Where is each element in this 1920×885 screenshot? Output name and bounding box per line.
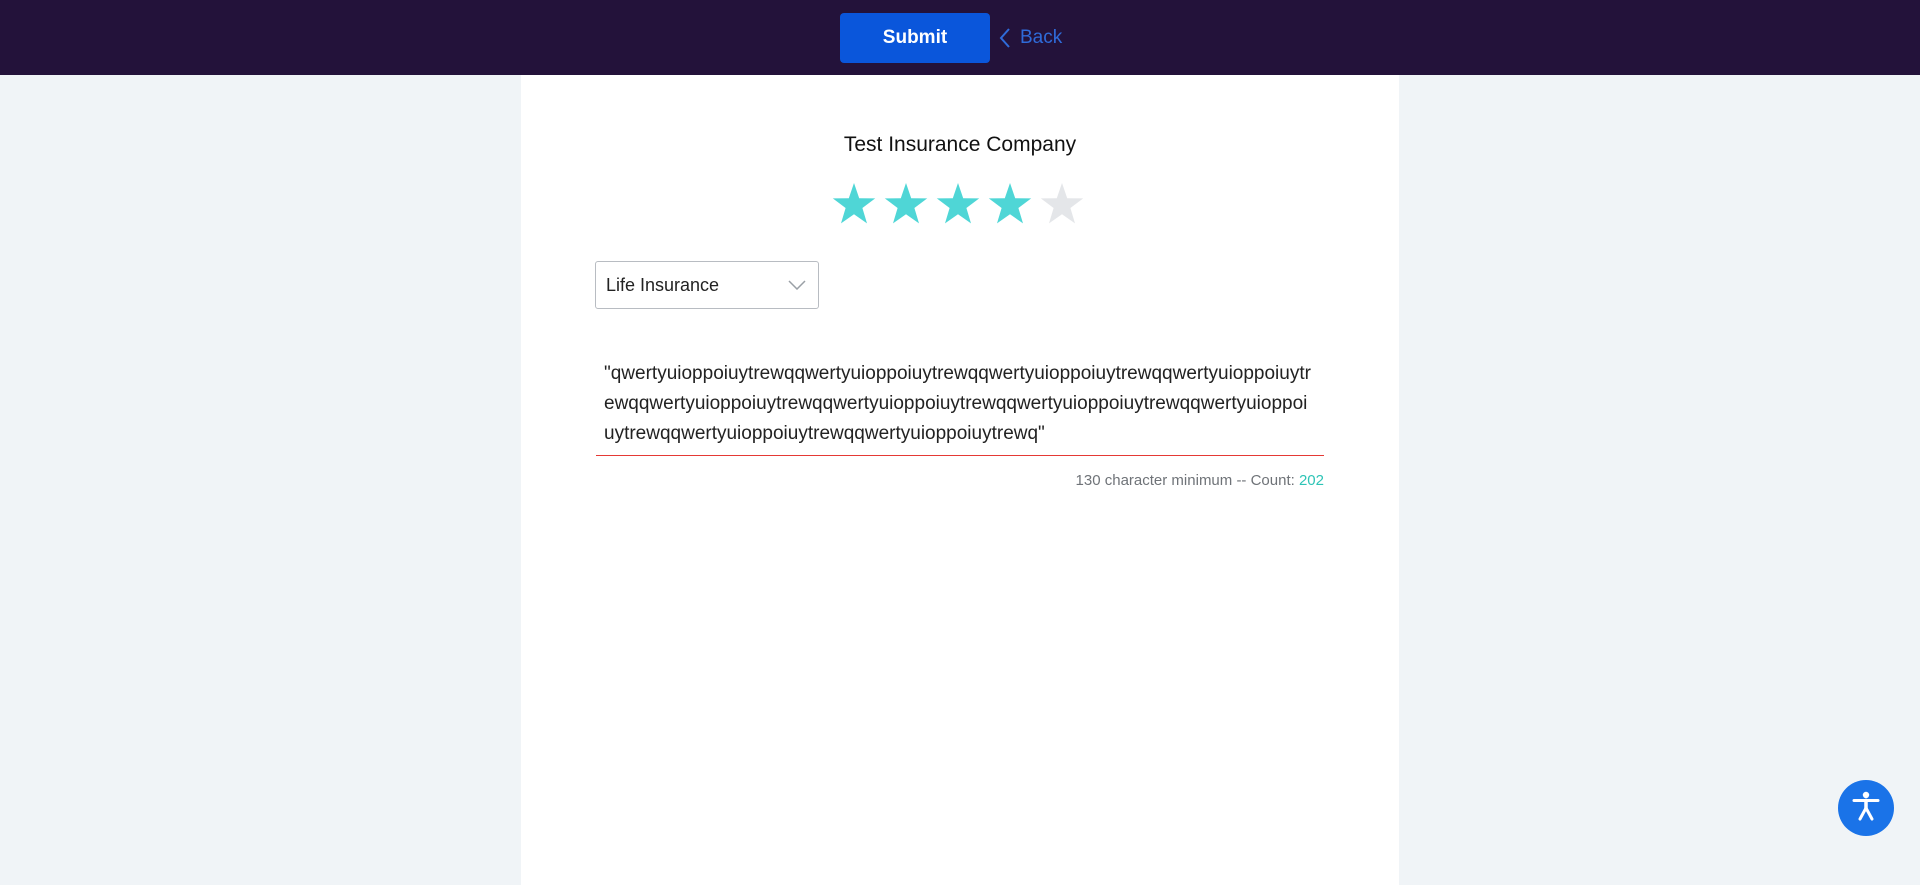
accessibility-button[interactable] (1838, 780, 1894, 836)
insurance-type-value: Life Insurance (606, 274, 720, 295)
star-icon[interactable] (986, 180, 1034, 228)
star-icon[interactable] (830, 180, 878, 228)
insurance-type-select[interactable]: Life Insurance (595, 261, 819, 309)
top-bar: Submit Back (0, 0, 1920, 75)
star-icon[interactable] (934, 180, 982, 228)
company-name: Test Insurance Company (843, 133, 1077, 156)
count-value: 202 (1298, 472, 1324, 489)
star-icon[interactable] (882, 180, 930, 228)
chevron-left-icon (998, 27, 1012, 49)
min-chars-label: 130 character minimum -- Count: (1075, 472, 1299, 489)
back-label: Back (1020, 27, 1063, 48)
accessibility-icon (1849, 789, 1883, 828)
submit-button[interactable]: Submit (840, 13, 990, 63)
star-empty-icon[interactable] (1038, 180, 1086, 228)
review-textarea[interactable]: "qwertyuioppoiuytrewqqwertyuioppoiuytrew… (596, 359, 1324, 456)
back-link[interactable]: Back (998, 24, 1062, 52)
character-count: 130 character minimum -- Count: 202 (596, 472, 1324, 489)
star-rating[interactable] (830, 180, 1086, 228)
chevron-down-icon (788, 280, 806, 290)
